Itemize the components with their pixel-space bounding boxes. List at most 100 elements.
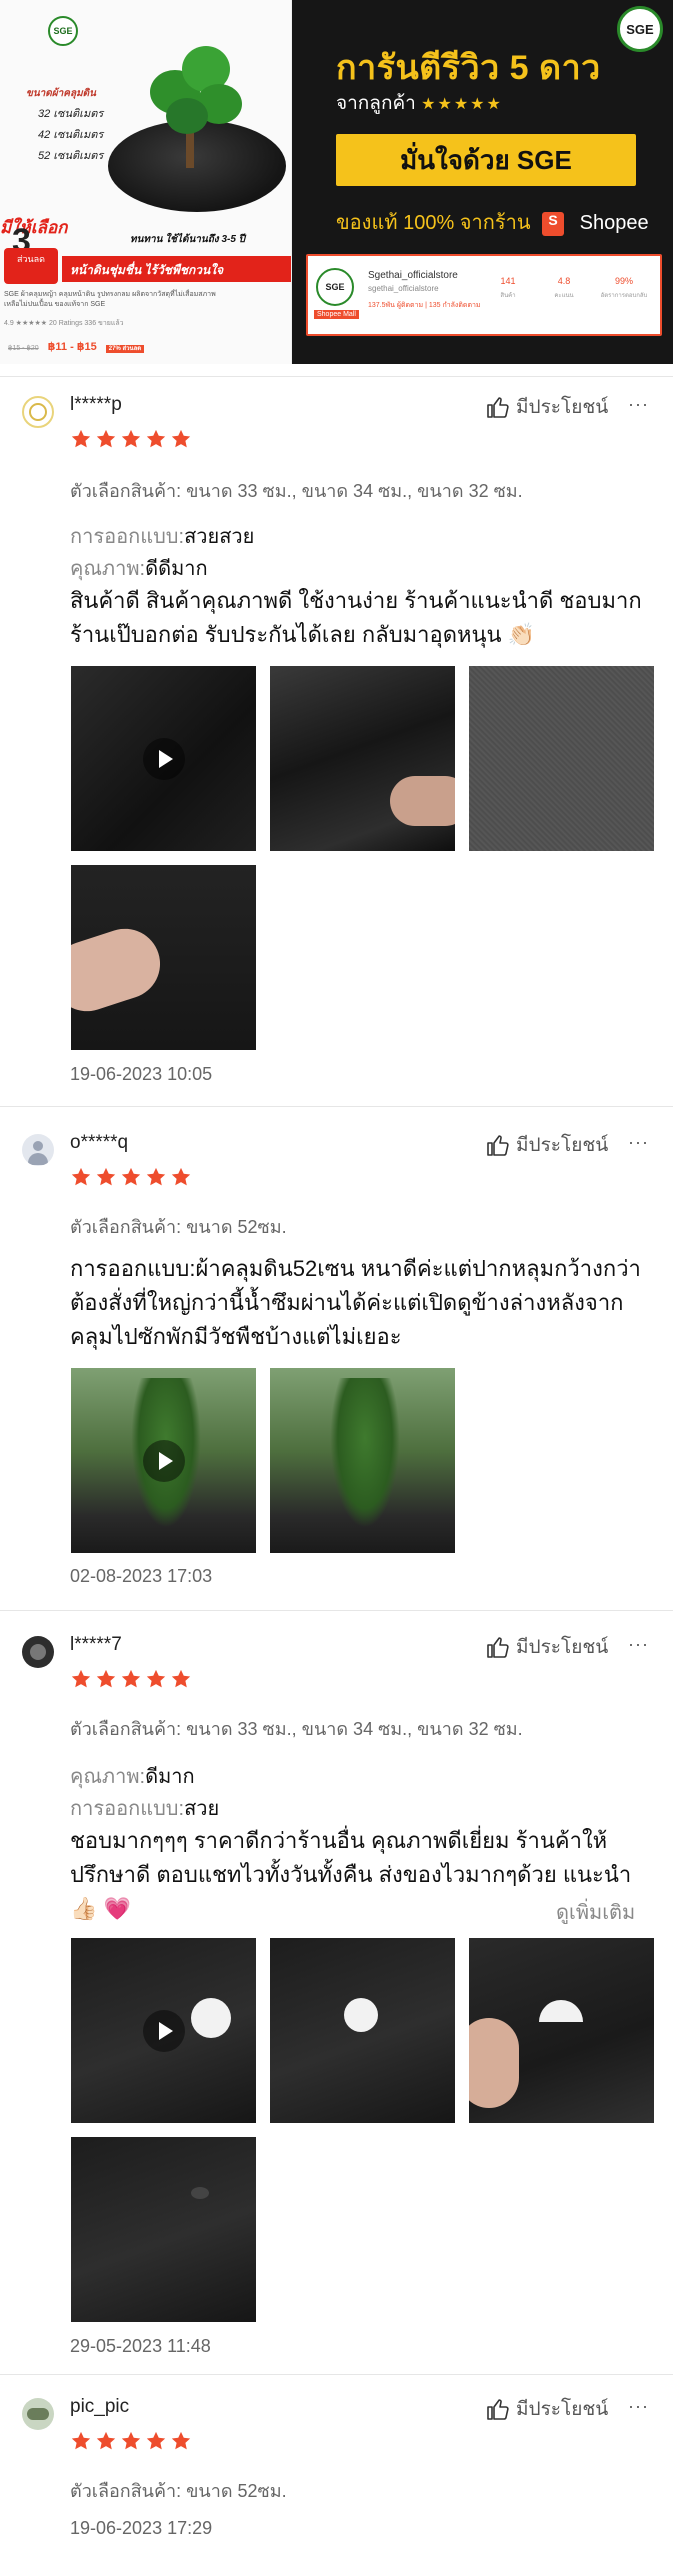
product-stats: 4.9 ★★★★★ 20 Ratings 336 ขายแล้ว [4, 320, 124, 327]
sge-logo: SGE [617, 6, 663, 52]
star-icon [71, 1669, 91, 1688]
thumbs-up-icon [487, 1135, 509, 1156]
star-icon [171, 1167, 191, 1186]
shopee-bag-icon: S [542, 211, 565, 236]
review-item: l*****7 มีประโยชน์ ··· ตัวเลือกสินค้า: ข… [0, 1610, 673, 2362]
helpful-button[interactable]: มีประโยชน์ [486, 2394, 608, 2424]
thumbs-up-icon [487, 2399, 509, 2420]
sizes-title: ขนาดผ้าคลุมดิน [26, 88, 96, 99]
helpful-button[interactable]: มีประโยชน์ [486, 392, 608, 422]
design-attr: การออกแบบ:สวยสวย [70, 526, 255, 548]
guarantee-title: การันตีรีวิว 5 ดาว [336, 49, 601, 87]
more-options-icon[interactable]: ··· [628, 2396, 649, 2417]
shop-card: SGE Shopee Mall Sgethai_officialstore sg… [306, 254, 662, 336]
review-text: สินค้าดี สินค้าคุณภาพดี ใช้งานง่าย ร้านค… [70, 588, 642, 647]
product-banner: SGE ขนาดผ้าคลุมดิน 32 เซนติเมตร 42 เซนติ… [0, 0, 673, 364]
see-more-link[interactable]: ดูเพิ่มเติม [556, 1896, 635, 1928]
review-date: 19-06-2023 17:29 [70, 2518, 213, 2538]
product-price: ฿15 - ฿20 ฿11 - ฿15 27% ส่วนลด [8, 340, 145, 353]
review-photo[interactable] [469, 1938, 654, 2123]
shop-kpi: 141 สินค้า [500, 276, 516, 299]
star-icon [146, 429, 166, 448]
play-icon [143, 2010, 185, 2052]
star-rating [70, 1166, 195, 1188]
more-options-icon[interactable]: ··· [628, 1634, 649, 1655]
product-banner-right: SGE การันตีรีวิว 5 ดาว จากลูกค้า ★★★★★ ม… [292, 0, 673, 364]
quality-attr: คุณภาพ:ดีดีมาก [70, 558, 208, 580]
avatar[interactable] [22, 1134, 54, 1166]
helpful-label: มีประโยชน์ [516, 2399, 609, 2420]
star-icon [171, 2431, 191, 2450]
review-text: การออกแบบ:ผ้าคลุมดิน52เซน หนาดีค่ะแต่ปาก… [70, 1256, 641, 1349]
star-rating [70, 428, 195, 450]
old-price: ฿15 - ฿20 [8, 345, 39, 352]
guarantee-subtitle: จากลูกค้า ★★★★★ [336, 93, 503, 114]
star-icon [171, 429, 191, 448]
plant-image [130, 40, 250, 150]
review-photo[interactable] [270, 666, 455, 851]
durability-strip: ทนทาน ใช้ได้นานถึง 3-5 ปี [130, 234, 246, 245]
review-username[interactable]: l*****7 [70, 1634, 122, 1656]
helpful-button[interactable]: มีประโยชน์ [486, 1130, 608, 1160]
stars-icon: ★★★★★ [421, 96, 503, 113]
review-date: 29-05-2023 11:48 [70, 2336, 211, 2356]
helpful-label: มีประโยชน์ [516, 1135, 609, 1156]
discount-badge: ส่วนลด [4, 248, 58, 284]
review-username[interactable]: pic_pic [70, 2396, 129, 2418]
star-icon [121, 429, 141, 448]
helpful-label: มีประโยชน์ [516, 397, 609, 418]
product-info: SGE ผ้าคลุมหญ้า คลุมหน้าดิน รูปทรงกลม ผล… [4, 291, 216, 308]
star-icon [96, 2431, 116, 2450]
review-video[interactable] [71, 1938, 256, 2123]
more-options-icon[interactable]: ··· [628, 1132, 649, 1153]
authentic-line: ของแท้ 100% จากร้าน S Shopee [336, 211, 649, 236]
review-photo[interactable] [469, 666, 654, 851]
benefit-strip: หน้าดินชุ่มชื่น ไร้วัชพืชกวนใจ [62, 256, 291, 282]
review-photo[interactable] [270, 1368, 455, 1553]
review-item: o*****q มีประโยชน์ ··· ตัวเลือกสินค้า: ข… [0, 1106, 673, 1614]
quality-attr: คุณภาพ:ดีมาก [70, 1766, 195, 1788]
review-photo[interactable] [71, 865, 256, 1050]
size-item: 32 เซนติเมตร [38, 108, 104, 120]
discount-tag: 27% ส่วนลด [105, 345, 145, 353]
star-icon [96, 1669, 116, 1688]
thumbs-up-icon [487, 397, 509, 418]
star-icon [96, 1167, 116, 1186]
variation-text: ตัวเลือกสินค้า: ขนาด 33 ซม., ขนาด 34 ซม.… [70, 1719, 523, 1739]
star-rating [70, 1668, 195, 1690]
review-photo[interactable] [71, 2137, 256, 2322]
shop-avatar: SGE [316, 268, 354, 306]
play-icon [143, 1440, 185, 1482]
review-photo[interactable] [270, 1938, 455, 2123]
shop-kpi: 99% อัตราการตอบกลับ [600, 276, 648, 299]
thumbs-up-icon [487, 1637, 509, 1658]
variation-text: ตัวเลือกสินค้า: ขนาด 33 ซม., ขนาด 34 ซม.… [70, 481, 523, 501]
star-icon [71, 1167, 91, 1186]
sge-logo: SGE [48, 16, 78, 46]
avatar[interactable] [22, 396, 54, 428]
star-icon [96, 429, 116, 448]
star-icon [121, 2431, 141, 2450]
avatar[interactable] [22, 2398, 54, 2430]
play-icon [143, 738, 185, 780]
star-icon [146, 1167, 166, 1186]
design-attr: การออกแบบ:สวย [70, 1798, 220, 1820]
review-date: 02-08-2023 17:03 [70, 1566, 213, 1586]
product-banner-left: SGE ขนาดผ้าคลุมดิน 32 เซนติเมตร 42 เซนติ… [0, 0, 292, 364]
avatar[interactable] [22, 1636, 54, 1668]
shopee-label: Shopee [579, 212, 649, 234]
more-options-icon[interactable]: ··· [628, 394, 649, 415]
helpful-button[interactable]: มีประโยชน์ [486, 1632, 608, 1662]
variation-text: ตัวเลือกสินค้า: ขนาด 52ซม. [70, 1217, 287, 1237]
review-username[interactable]: o*****q [70, 1132, 128, 1154]
star-icon [121, 1669, 141, 1688]
size-item: 42 เซนติเมตร [38, 129, 104, 141]
review-video[interactable] [71, 1368, 256, 1553]
shop-kpi: 4.8 คะแนน [554, 276, 574, 299]
review-date: 19-06-2023 10:05 [70, 1064, 213, 1084]
review-video[interactable] [71, 666, 256, 851]
review-username[interactable]: l*****p [70, 394, 122, 416]
star-icon [146, 1669, 166, 1688]
star-rating [70, 2430, 195, 2452]
helpful-label: มีประโยชน์ [516, 1637, 609, 1658]
